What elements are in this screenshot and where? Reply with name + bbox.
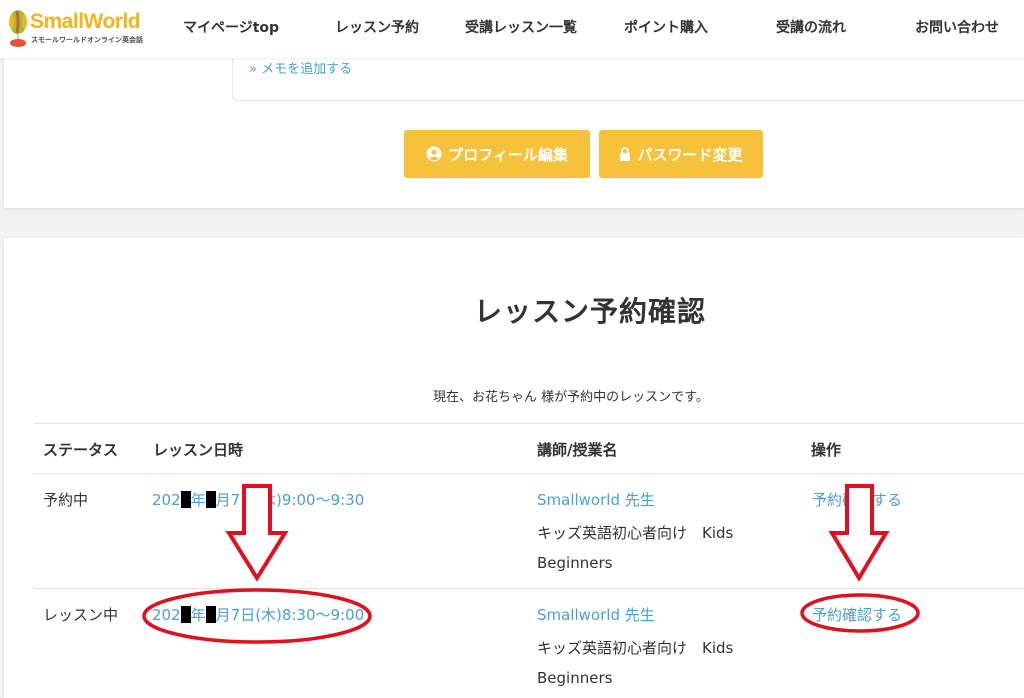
intro-text: 現在、お花ちゃん 様が予約中のレッスンです。 xyxy=(433,390,709,405)
course-name-cont: Beginners xyxy=(537,669,613,687)
date-year-prefix: 202 xyxy=(152,606,181,624)
table-divider xyxy=(34,588,1024,589)
table-divider xyxy=(34,423,1024,424)
redaction-block xyxy=(180,606,191,623)
site-header: SmallWorld スモールワールドオンライン英会話 マイページtop レッス… xyxy=(0,0,1024,58)
status-cell: 予約中 xyxy=(43,491,89,509)
date-year-label: 年 xyxy=(190,491,206,509)
course-name: キッズ英語初心者向け Kids xyxy=(537,524,734,542)
date-rest: 月7日(木)9:00〜9:30 xyxy=(215,491,365,509)
lock-icon xyxy=(620,147,631,161)
edit-profile-button[interactable]: プロフィール編集 xyxy=(404,130,590,178)
confirm-reservation-link[interactable]: 予約確認する xyxy=(812,489,902,510)
nav-item-lesson-booking[interactable]: レッスン予約 xyxy=(335,17,419,37)
column-header-datetime: レッスン日時 xyxy=(153,441,244,459)
date-year-prefix: 202 xyxy=(152,491,181,509)
course-name: キッズ英語初心者向け Kids xyxy=(537,639,734,657)
logo-subtitle: スモールワールドオンライン英会話 xyxy=(31,36,143,44)
nav-item-contact[interactable]: お問い合わせ xyxy=(915,17,999,37)
lesson-reservation-card: レッスン予約確認 現在、お花ちゃん 様が予約中のレッスンです。 ステータス レッ… xyxy=(4,238,1024,698)
memo-box: » メモを追加する xyxy=(232,54,1024,101)
nav-item-buy-points[interactable]: ポイント購入 xyxy=(624,17,708,37)
site-logo[interactable]: SmallWorld スモールワールドオンライン英会話 xyxy=(4,6,144,50)
section-title: レッスン予約確認 xyxy=(473,295,706,328)
lesson-datetime-link[interactable]: 202 年月7日(木)8:30〜9:00 xyxy=(152,604,364,625)
column-header-status: ステータス xyxy=(43,441,119,459)
redaction-block xyxy=(180,491,191,508)
table-divider xyxy=(34,473,1024,474)
column-header-teacher: 講師/授業名 xyxy=(537,441,618,459)
user-circle-icon xyxy=(426,146,442,162)
add-memo-link[interactable]: » メモを追加する xyxy=(249,58,352,77)
lesson-datetime-link[interactable]: 202 年月7日(木)9:00〜9:30 xyxy=(152,489,364,510)
nav-item-lesson-history[interactable]: 受講レッスン一覧 xyxy=(465,17,577,37)
edit-profile-label: プロフィール編集 xyxy=(448,145,568,164)
date-year-label: 年 xyxy=(190,606,206,624)
profile-card: » メモを追加する プロフィール編集 パスワード変更 xyxy=(4,54,1024,208)
column-header-action: 操作 xyxy=(811,441,842,459)
logo-wordmark: SmallWorld xyxy=(30,10,141,33)
nav-item-mypage[interactable]: マイページtop xyxy=(183,17,279,37)
status-cell: レッスン中 xyxy=(43,606,119,624)
change-password-label: パスワード変更 xyxy=(637,145,743,164)
redaction-block xyxy=(205,606,216,623)
teacher-link[interactable]: Smallworld 先生 xyxy=(537,489,655,510)
nav-item-flow[interactable]: 受講の流れ xyxy=(776,17,846,37)
date-rest: 月7日(木)8:30〜9:00 xyxy=(215,606,365,624)
teacher-link[interactable]: Smallworld 先生 xyxy=(537,604,655,625)
change-password-button[interactable]: パスワード変更 xyxy=(599,130,763,178)
course-name-cont: Beginners xyxy=(537,554,613,572)
redaction-block xyxy=(205,491,216,508)
confirm-reservation-link[interactable]: 予約確認する xyxy=(812,604,902,625)
balloon-logo-icon xyxy=(9,10,27,47)
